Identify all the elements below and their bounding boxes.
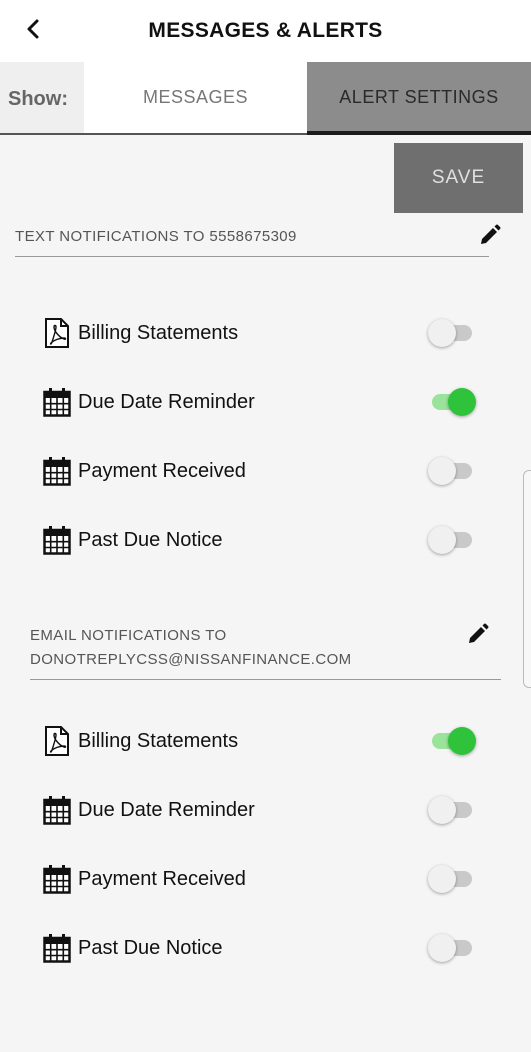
- pencil-icon: [481, 224, 501, 244]
- app-header: MESSAGES & ALERTS: [0, 0, 531, 62]
- email-row-billing-statements: Billing Statements: [42, 721, 492, 761]
- row-label: Payment Received: [78, 867, 246, 890]
- email-row-due-date-reminder: Due Date Reminder: [42, 790, 492, 830]
- text-row-payment-received: Payment Received: [42, 451, 492, 491]
- text-row-billing-statements: Billing Statements: [42, 313, 492, 353]
- show-label: Show:: [8, 88, 68, 110]
- back-button[interactable]: [18, 14, 48, 44]
- active-tab-indicator: [307, 131, 531, 135]
- toggle-switch[interactable]: [428, 388, 476, 416]
- toggle-switch[interactable]: [428, 457, 476, 485]
- pencil-icon: [469, 623, 489, 643]
- chevron-left-icon: [27, 19, 39, 39]
- email-row-payment-received: Payment Received: [42, 859, 492, 899]
- email-heading-line1: EMAIL NOTIFICATIONS TO: [30, 627, 227, 644]
- tab-bar: Show: MESSAGES ALERT SETTINGS: [0, 62, 531, 135]
- calendar-icon: [42, 455, 72, 487]
- toggle-switch[interactable]: [428, 865, 476, 893]
- pdf-document-icon: [42, 317, 72, 349]
- tab-alert-settings[interactable]: ALERT SETTINGS: [307, 62, 531, 133]
- text-section-divider: [15, 256, 489, 257]
- toggle-knob: [428, 526, 456, 554]
- calendar-icon: [42, 863, 72, 895]
- toggle-switch[interactable]: [428, 526, 476, 554]
- email-edit-button[interactable]: [466, 622, 490, 646]
- text-notifications-heading: TEXT NOTIFICATIONS TO 5558675309: [15, 228, 297, 245]
- toggle-switch[interactable]: [428, 934, 476, 962]
- row-label: Due Date Reminder: [78, 798, 255, 821]
- email-heading-line2: DONOTREPLYCSS@NISSANFINANCE.COM: [30, 651, 352, 668]
- page-title: MESSAGES & ALERTS: [148, 19, 383, 42]
- toggle-switch[interactable]: [428, 319, 476, 347]
- toggle-knob: [428, 934, 456, 962]
- calendar-icon: [42, 794, 72, 826]
- toggle-knob: [428, 865, 456, 893]
- tab-messages[interactable]: MESSAGES: [84, 62, 307, 133]
- scrollbar[interactable]: [523, 470, 531, 688]
- toggle-switch[interactable]: [428, 727, 476, 755]
- toggle-knob: [448, 727, 476, 755]
- email-notifications-heading: EMAIL NOTIFICATIONS TO DONOTREPLYCSS@NIS…: [30, 624, 352, 672]
- row-label: Due Date Reminder: [78, 390, 255, 413]
- row-label: Past Due Notice: [78, 936, 223, 959]
- calendar-icon: [42, 524, 72, 556]
- row-label: Billing Statements: [78, 729, 239, 752]
- text-row-past-due-notice: Past Due Notice: [42, 520, 492, 560]
- toggle-knob: [428, 457, 456, 485]
- email-section-divider: [30, 679, 501, 680]
- text-row-due-date-reminder: Due Date Reminder: [42, 382, 492, 422]
- row-label: Past Due Notice: [78, 528, 223, 551]
- toggle-knob: [428, 796, 456, 824]
- save-button[interactable]: SAVE: [394, 143, 523, 213]
- row-label: Billing Statements: [78, 321, 239, 344]
- calendar-icon: [42, 932, 72, 964]
- text-edit-button[interactable]: [478, 223, 502, 247]
- row-label: Payment Received: [78, 459, 246, 482]
- email-row-past-due-notice: Past Due Notice: [42, 928, 492, 968]
- toggle-knob: [448, 388, 476, 416]
- pdf-document-icon: [42, 725, 72, 757]
- toggle-knob: [428, 319, 456, 347]
- calendar-icon: [42, 386, 72, 418]
- toggle-switch[interactable]: [428, 796, 476, 824]
